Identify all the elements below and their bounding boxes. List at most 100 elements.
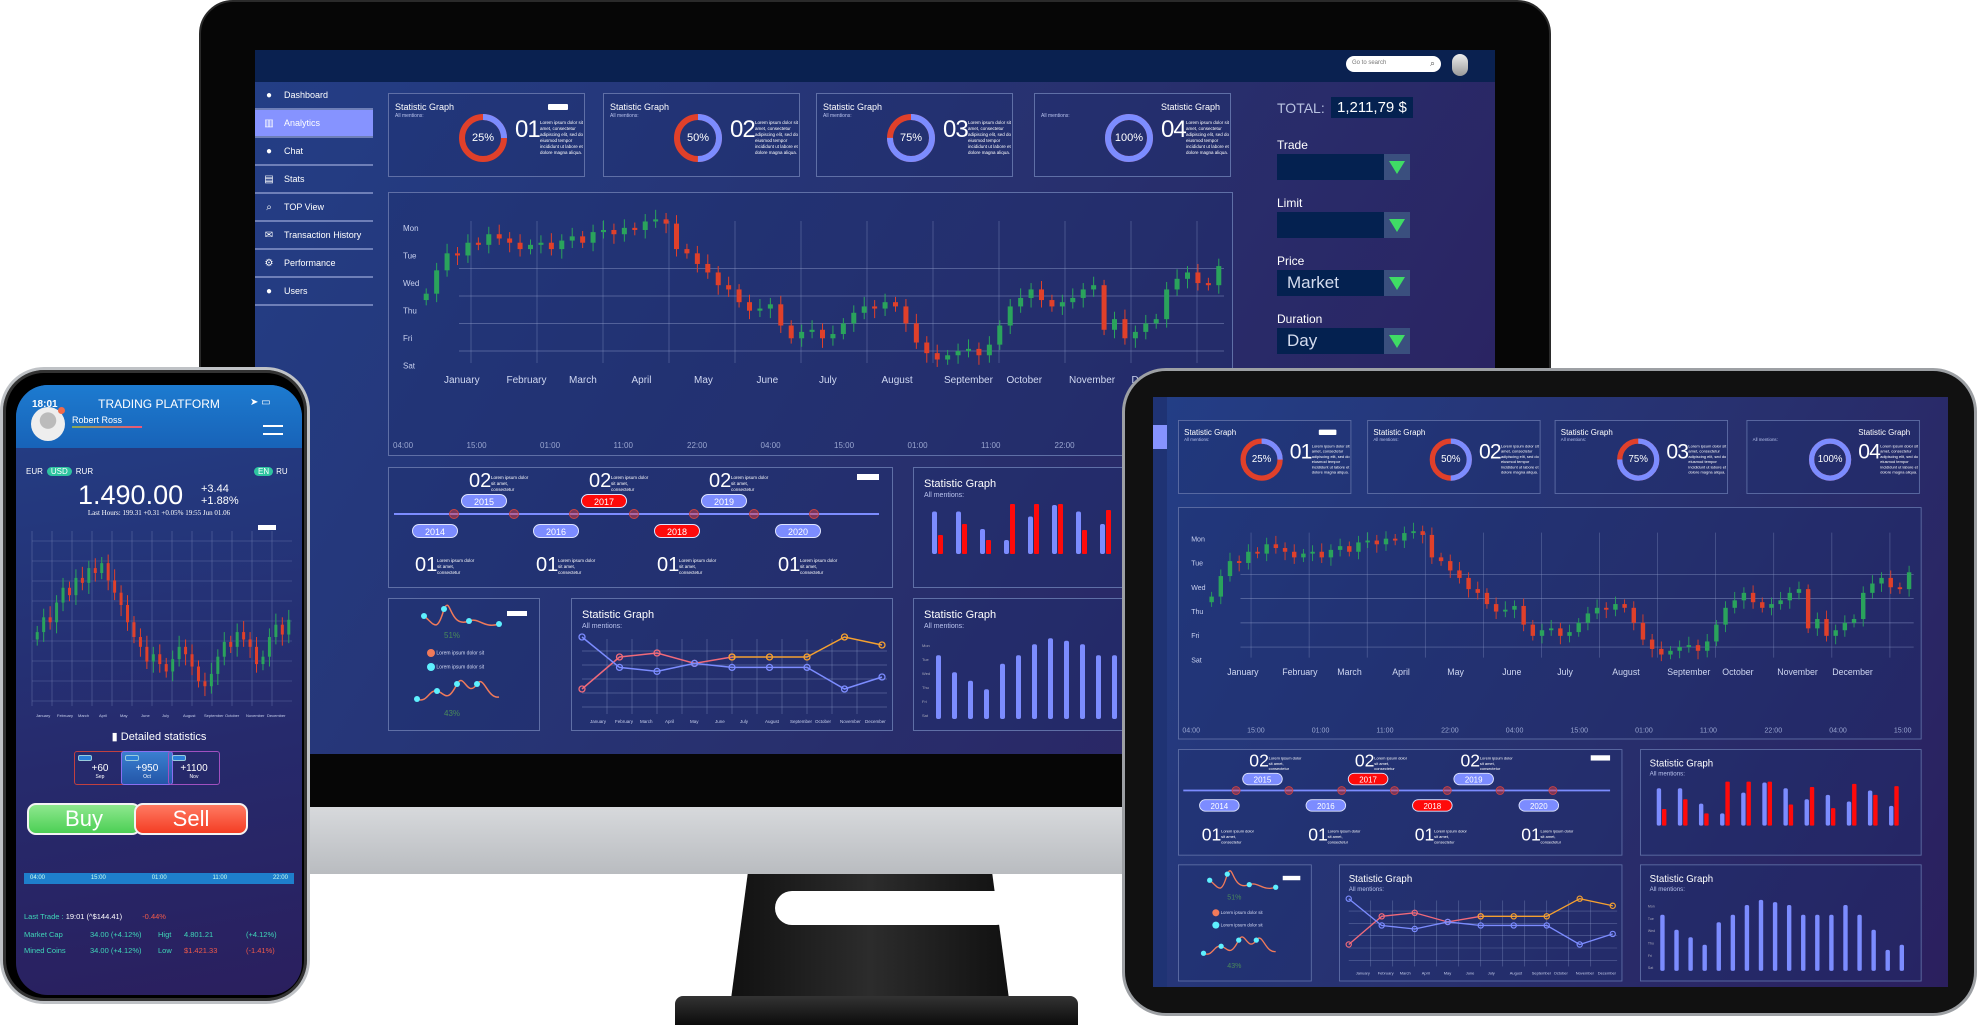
candle-down (674, 223, 679, 250)
dropdown-arrow-icon[interactable] (1384, 328, 1410, 354)
sell-button[interactable]: Sell (134, 803, 248, 835)
lang-en[interactable]: EN (254, 467, 274, 476)
menu-icon[interactable] (263, 425, 283, 435)
time-tick[interactable]: 22:00 (273, 873, 288, 884)
x-tick-label: April (1422, 970, 1430, 975)
timeline-dot (629, 509, 639, 519)
time-tick[interactable]: 15:00 (91, 873, 106, 884)
y-tick-label: Tue (1648, 917, 1654, 921)
x-tick-label: March (640, 719, 653, 724)
x-tick-label: December (1832, 667, 1873, 677)
duration-select[interactable]: Day (1277, 328, 1410, 354)
avatar[interactable] (1452, 54, 1468, 76)
candlestick-chart: Mon Tue Wed Thu Fri Sat January February March Ap… (393, 209, 1224, 450)
time-tick[interactable]: 01:00 (152, 873, 167, 884)
row-value: 34.00 (+4.12%) (90, 930, 142, 939)
donut-percent: 100% (1817, 454, 1843, 465)
lang-ru[interactable]: RU (276, 467, 288, 476)
year-pill[interactable]: 2019 (1453, 772, 1494, 786)
candle-down (684, 249, 690, 254)
time-range-bar[interactable]: 04:00 15:00 01:00 11:00 22:00 (24, 873, 294, 884)
sidebar-item-analytics[interactable] (1153, 425, 1167, 449)
sidebar-item-top-view[interactable]: ⌕ TOP View (255, 194, 373, 222)
month-week-toggle[interactable] (1590, 755, 1611, 761)
year-pill[interactable]: 2014 (1199, 799, 1240, 812)
dropdown-arrow-icon[interactable] (1384, 270, 1410, 296)
candle-down (67, 587, 71, 596)
year-pill[interactable]: 2020 (1518, 799, 1560, 812)
timeline-text: Lorem ipsum dolor sit amet, consectetur (1268, 756, 1302, 772)
buy-button[interactable]: Buy (27, 803, 141, 835)
month-week-toggle[interactable] (1318, 429, 1337, 435)
y-tick-label: Wed (403, 279, 419, 288)
currency-usd[interactable]: USD (46, 467, 72, 476)
candle-down (132, 622, 136, 637)
sidebar-item-stats[interactable]: ▤ Stats (255, 166, 373, 194)
wave-point (474, 681, 480, 687)
candle-down (1897, 587, 1903, 590)
sidebar-item-transaction-history[interactable]: ✉ Transaction History (255, 222, 373, 250)
row-change: (+4.12%) (246, 930, 277, 939)
candle-down (820, 329, 825, 339)
wave-point (1207, 877, 1213, 883)
dropdown-arrow-icon[interactable] (1384, 154, 1410, 180)
year-pill[interactable]: 2019 (701, 494, 747, 508)
bar-blue (1052, 505, 1057, 554)
sidebar-item-dashboard[interactable]: ● Dashboard (255, 82, 373, 110)
limit-select[interactable] (1277, 212, 1410, 238)
year-pill[interactable]: 2016 (533, 524, 579, 538)
year-pill[interactable]: 2015 (1242, 772, 1283, 786)
sidebar-item-performance[interactable]: ⚙ Performance (255, 250, 373, 278)
bar (1730, 914, 1736, 971)
year-pill[interactable]: 2018 (1412, 799, 1453, 812)
row-value: 34.00 (+4.12%) (90, 946, 142, 955)
stat-card[interactable]: +60 Sep (74, 751, 126, 785)
time-tick-label: 01:00 (1635, 727, 1653, 734)
stat-card[interactable]: +1100 Nov (168, 751, 220, 785)
candle-up (444, 253, 450, 271)
price-select[interactable]: Market (1277, 270, 1410, 296)
search-input[interactable]: Go to search ⌕ (1346, 56, 1441, 72)
year-pill[interactable]: 2018 (654, 524, 700, 538)
year-pill[interactable]: 2015 (461, 494, 507, 508)
donut-percent: 25% (1251, 454, 1272, 465)
candle-down (1760, 602, 1765, 608)
dropdown-arrow-icon[interactable] (1384, 212, 1410, 238)
chat-bubble-icon: ● (265, 145, 273, 157)
x-tick-label: December (267, 713, 286, 718)
bar-red (986, 540, 991, 554)
month-week-toggle[interactable] (1282, 875, 1301, 881)
x-tick-label: June (715, 719, 725, 724)
candle-up (151, 654, 155, 662)
month-week-toggle[interactable] (507, 611, 527, 616)
stat-card[interactable]: +950 Oct (121, 751, 173, 785)
time-tick[interactable]: 11:00 (213, 873, 228, 884)
bar (1112, 655, 1117, 719)
card-number: 01 (515, 116, 541, 143)
x-tick-label: May (120, 713, 128, 718)
year-pill[interactable]: 2014 (412, 524, 458, 538)
candle-up (1906, 572, 1912, 590)
year-pill[interactable]: 2020 (775, 524, 821, 538)
timeline-number: 02 (709, 470, 732, 492)
candle-down (1438, 557, 1444, 562)
sidebar-item-users[interactable]: ● Users (255, 278, 373, 306)
currency-eur[interactable]: EUR (26, 467, 43, 476)
y-tick-label: Thu (1648, 941, 1654, 945)
sidebar-item-chat[interactable]: ● Chat (255, 138, 373, 166)
year-pill[interactable]: 2016 (1305, 799, 1347, 812)
year-pill[interactable]: 2017 (1347, 772, 1389, 786)
sidebar-item-label: Transaction History (284, 230, 362, 240)
candle-down (145, 646, 149, 662)
bar-blue (1656, 788, 1662, 826)
month-week-toggle[interactable] (857, 474, 879, 480)
time-tick[interactable]: 04:00 (30, 873, 45, 884)
month-week-toggle[interactable] (548, 104, 568, 110)
currency-rur[interactable]: RUR (76, 467, 93, 476)
candle-down (872, 306, 878, 309)
bar-blue (1720, 813, 1725, 826)
sidebar-item-analytics[interactable]: ▥ Analytics (255, 110, 373, 138)
year-pill[interactable]: 2017 (581, 494, 627, 508)
trade-select[interactable] (1277, 154, 1410, 180)
candle-up (1174, 278, 1180, 290)
